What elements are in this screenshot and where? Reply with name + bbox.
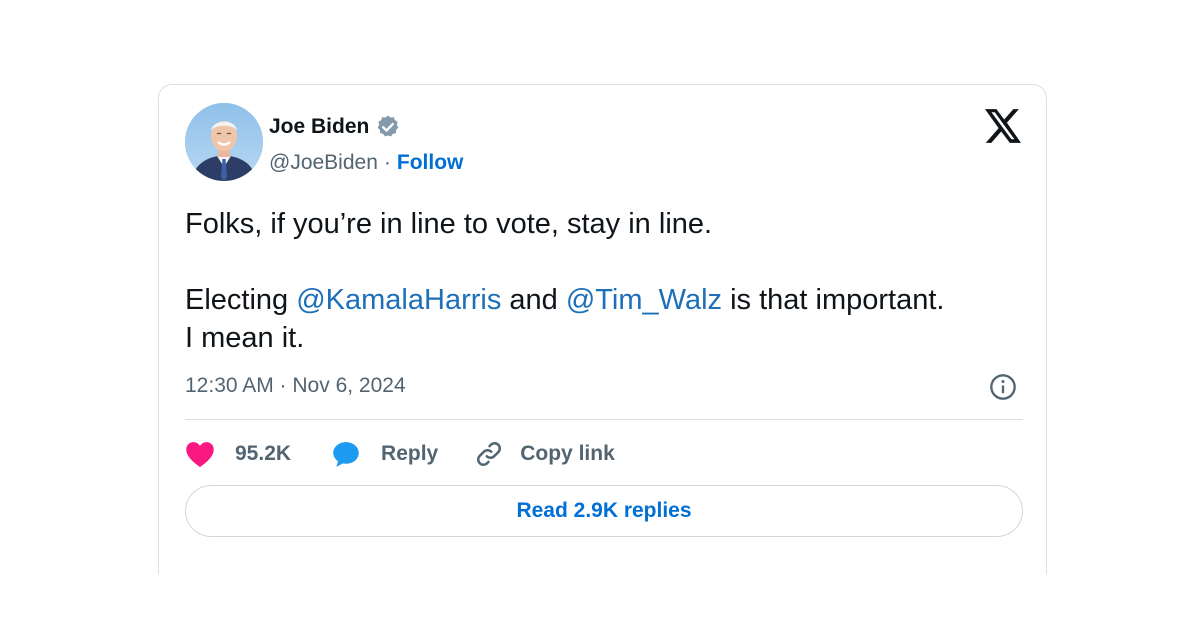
divider	[185, 419, 1023, 420]
action-bar: 95.2K Reply Copy link	[185, 437, 615, 471]
x-logo-icon[interactable]	[985, 109, 1021, 143]
handle-separator: ·	[383, 151, 391, 174]
reply-label: Reply	[381, 442, 439, 465]
avatar-image	[185, 103, 263, 181]
heart-icon	[185, 440, 215, 468]
mention-tim-walz[interactable]: @Tim_Walz	[566, 284, 722, 316]
verified-badge-icon	[375, 114, 401, 140]
tweet-line-2: Electing @KamalaHarris and @Tim_Walz is …	[185, 281, 1035, 319]
copy-link-button[interactable]: Copy link	[474, 439, 615, 469]
like-button[interactable]: 95.2K	[185, 440, 291, 468]
tweet-line-2-prefix: Electing	[185, 284, 297, 316]
tweet-timestamp[interactable]: 12:30 AM · Nov 6, 2024	[185, 374, 406, 398]
handle-row: @JoeBiden · Follow	[269, 151, 463, 175]
copy-link-label: Copy link	[520, 442, 615, 465]
tweet-line-2-suffix: is that important.	[722, 284, 945, 316]
reply-button[interactable]: Reply	[331, 439, 438, 469]
tweet-text: Folks, if you’re in line to vote, stay i…	[185, 205, 1035, 357]
author-handle[interactable]: @JoeBiden	[269, 151, 378, 175]
like-count: 95.2K	[235, 442, 292, 465]
follow-button[interactable]: Follow	[397, 151, 464, 175]
link-icon	[474, 439, 504, 469]
info-icon[interactable]	[989, 373, 1017, 401]
embed-stage: Joe Biden @JoeBiden · Follow Folks, if y…	[0, 0, 1200, 630]
avatar[interactable]	[185, 103, 263, 181]
tweet-card: Joe Biden @JoeBiden · Follow Folks, if y…	[158, 84, 1047, 574]
speech-bubble-icon	[331, 439, 361, 469]
author-name[interactable]: Joe Biden	[269, 115, 369, 139]
tweet-line-1: Folks, if you’re in line to vote, stay i…	[185, 208, 713, 240]
author-name-row: Joe Biden	[269, 113, 401, 141]
tweet-line-3: I mean it.	[185, 322, 305, 354]
mention-kamala-harris[interactable]: @KamalaHarris	[296, 284, 501, 316]
tweet-line-2-middle: and	[501, 284, 566, 316]
read-replies-button[interactable]: Read 2.9K replies	[185, 485, 1023, 537]
